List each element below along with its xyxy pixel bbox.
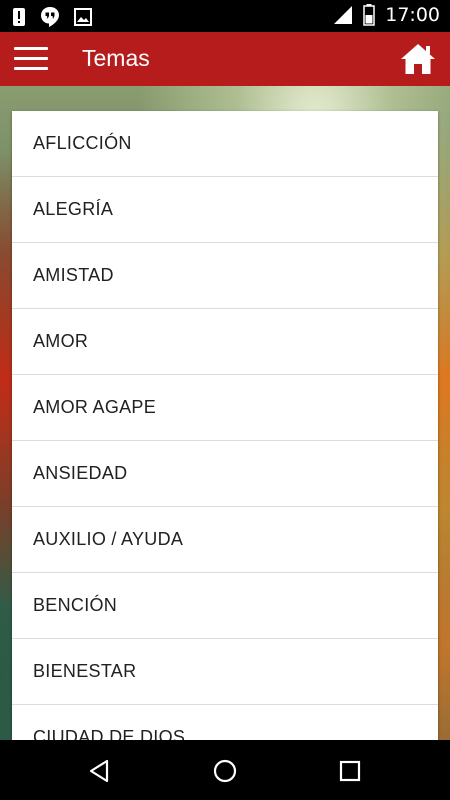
clock: 17:00	[385, 4, 440, 26]
list-item-bencion[interactable]: BENCIÓN	[12, 573, 438, 639]
list-item-ciudad-de-dios[interactable]: CIUDAD DE DIOS	[12, 705, 438, 740]
system-icons: 17:00	[333, 4, 440, 26]
list-item-ansiedad[interactable]: ANSIEDAD	[12, 441, 438, 507]
hangouts-icon	[40, 6, 60, 28]
alert-icon	[12, 7, 26, 27]
recents-icon[interactable]	[337, 758, 363, 784]
list-item-bienestar[interactable]: BIENESTAR	[12, 639, 438, 705]
list-item-amor-agape[interactable]: AMOR AGAPE	[12, 375, 438, 441]
navigation-bar	[0, 740, 450, 800]
list-item-auxilio-ayuda[interactable]: AUXILIO / AYUDA	[12, 507, 438, 573]
signal-icon	[333, 5, 353, 25]
notification-icons	[12, 6, 92, 28]
list-item-amor[interactable]: AMOR	[12, 309, 438, 375]
list-item-amistad[interactable]: AMISTAD	[12, 243, 438, 309]
image-icon	[74, 8, 92, 26]
home-circle-icon[interactable]	[212, 758, 238, 784]
list-item-afliccion[interactable]: AFLICCIÓN	[12, 111, 438, 177]
back-icon[interactable]	[87, 758, 113, 784]
battery-icon	[363, 4, 375, 26]
app-bar: Temas	[0, 32, 450, 86]
home-icon[interactable]	[400, 42, 436, 76]
list-item-alegria[interactable]: ALEGRÍA	[12, 177, 438, 243]
status-bar: 17:00	[0, 0, 450, 32]
hamburger-menu-icon[interactable]	[14, 47, 48, 71]
page-title: Temas	[82, 45, 150, 71]
topics-list: AFLICCIÓN ALEGRÍA AMISTAD AMOR AMOR AGAP…	[12, 111, 438, 740]
